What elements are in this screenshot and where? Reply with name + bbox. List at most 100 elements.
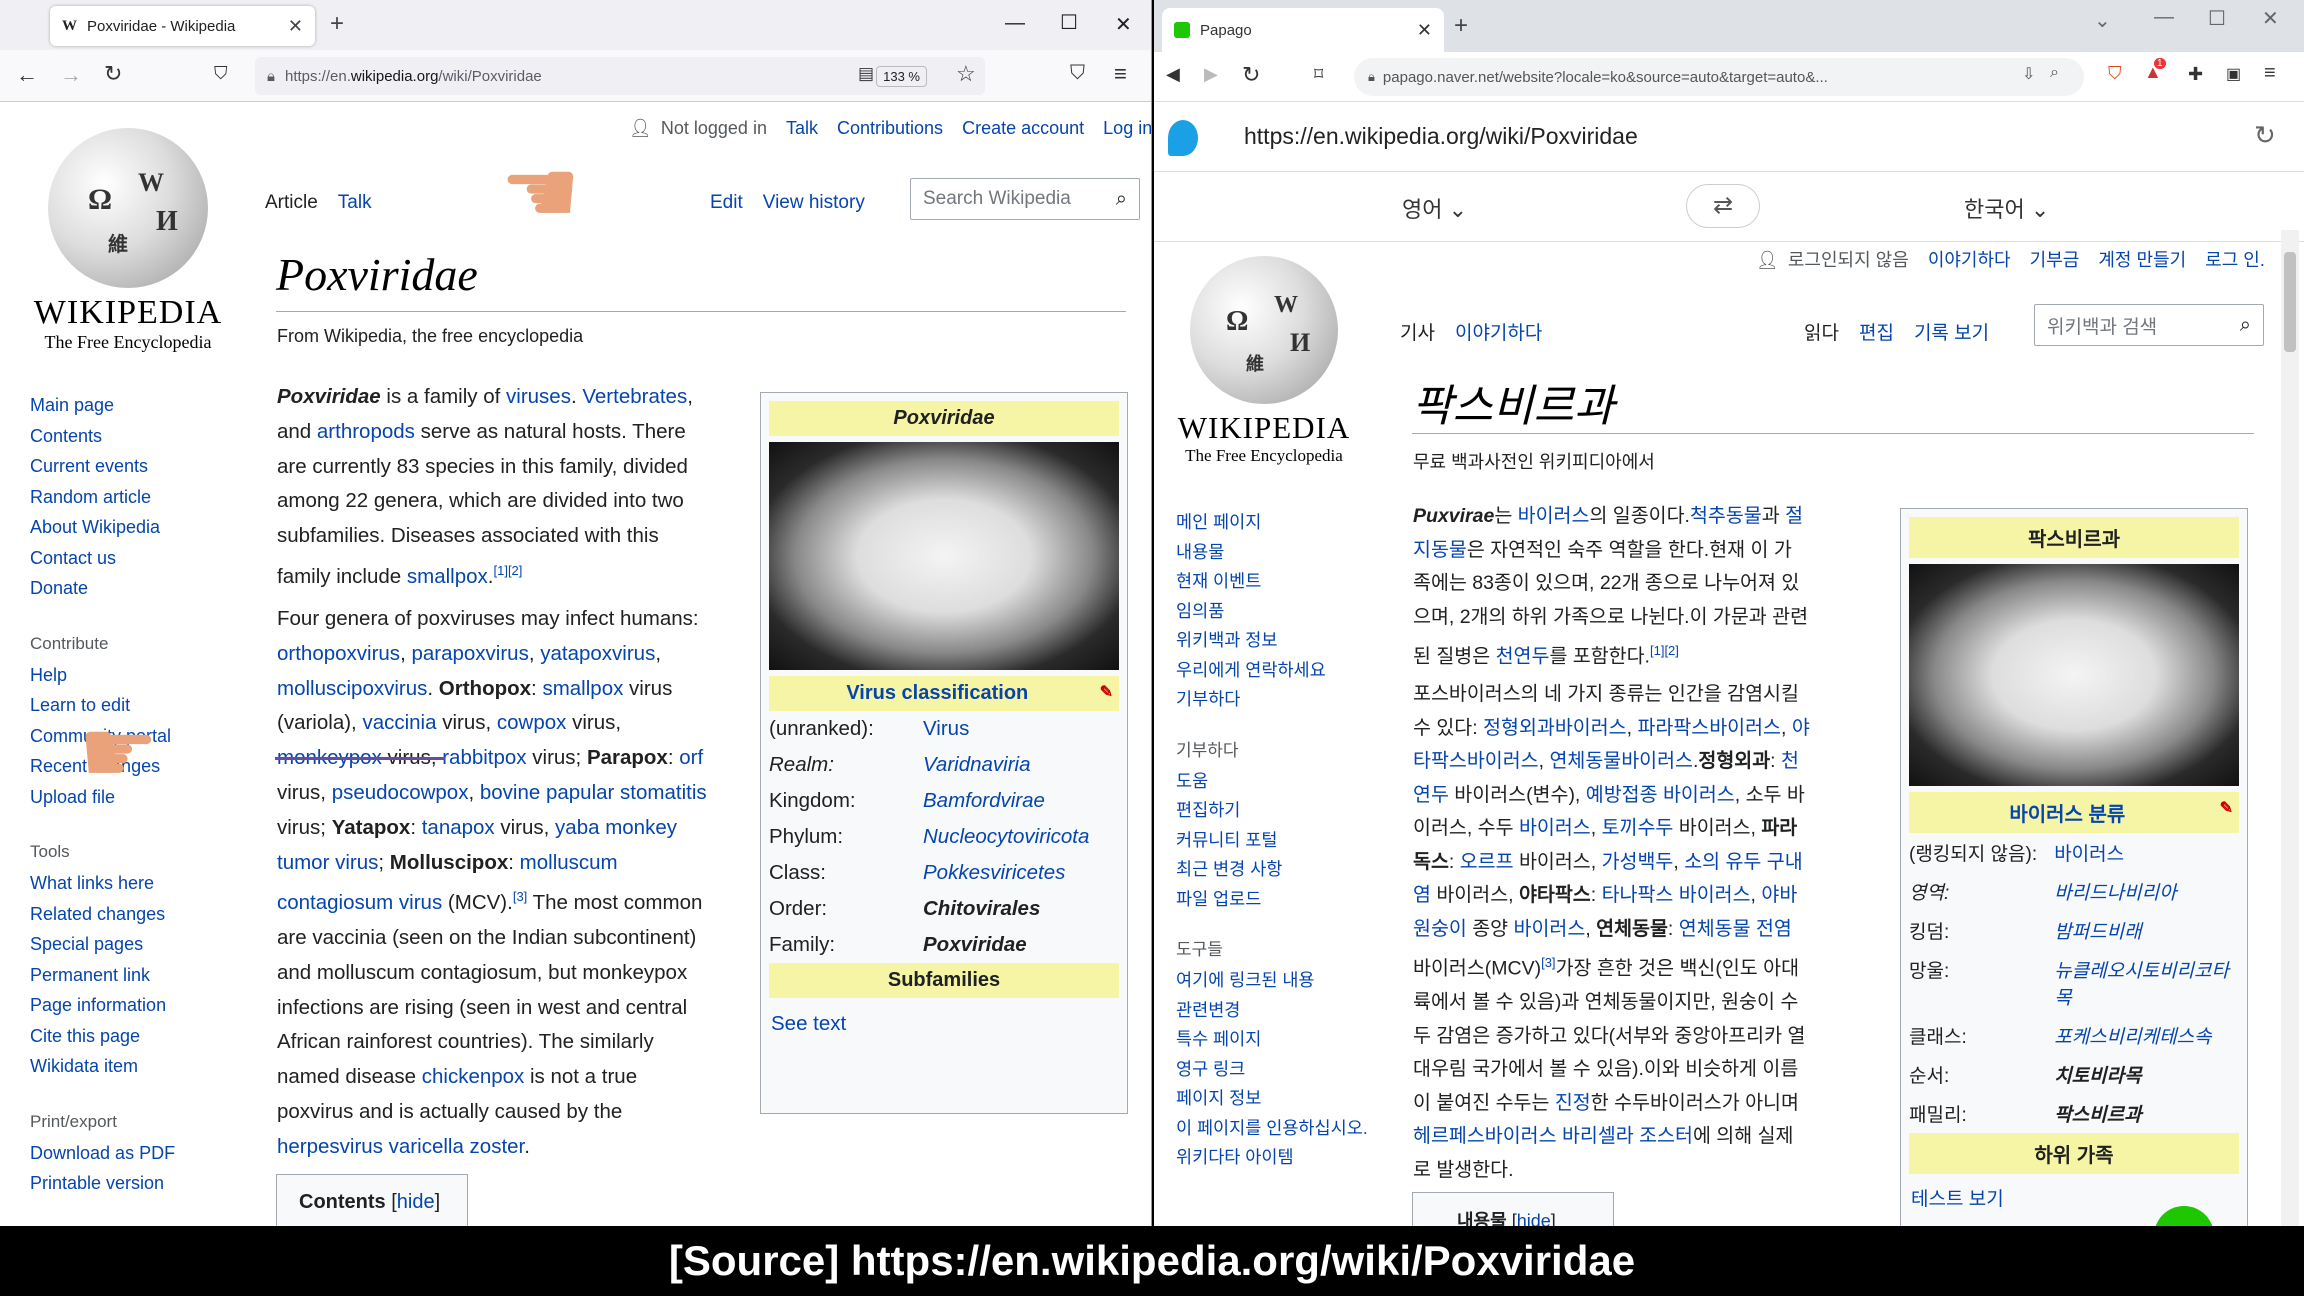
contributions-link[interactable]: Contributions <box>837 118 943 138</box>
search-input[interactable]: 위키백과 검색 ⌕ <box>2034 304 2264 346</box>
wiki-link[interactable]: 야바 <box>1761 884 1797 906</box>
sidebar-tools-item[interactable]: 여기에 링크된 내용 <box>1176 966 1376 996</box>
sidebar-tools-item[interactable]: Special pages <box>30 929 250 960</box>
zoom-level[interactable]: 133 % <box>876 65 927 87</box>
wiki-link[interactable]: cowpox <box>497 711 567 734</box>
wiki-link[interactable]: 바이러스 <box>1518 505 1590 527</box>
close-window-icon[interactable]: ✕ <box>1115 12 1132 37</box>
taxonomy-value[interactable]: Nucleocytoviricota <box>923 819 1119 855</box>
back-icon[interactable]: ← <box>16 62 38 88</box>
minimize-icon[interactable]: — <box>1005 12 1025 35</box>
maximize-icon[interactable]: ☐ <box>2208 6 2226 31</box>
sidebar-nav-item[interactable]: Contents <box>30 421 250 452</box>
wiki-link[interactable]: tanapox <box>422 816 495 839</box>
create-account-link[interactable]: 계정 만들기 <box>2098 250 2186 270</box>
wiki-link[interactable]: molluscum <box>520 851 618 874</box>
sidebar-nav-item[interactable]: Main page <box>30 390 250 421</box>
sidebar-tools-item[interactable]: 페이지 정보 <box>1176 1084 1376 1114</box>
taxonomy-value[interactable]: Bamfordvirae <box>923 783 1119 819</box>
sidebar-tools-item[interactable]: 위키다타 아이템 <box>1176 1143 1376 1173</box>
wiki-link[interactable]: yaba monkey <box>555 816 677 839</box>
create-account-link[interactable]: Create account <box>962 118 1084 138</box>
virus-classification-link[interactable]: 바이러스 분류 <box>2009 804 2125 826</box>
maximize-icon[interactable]: ☐ <box>1060 10 1078 35</box>
minimize-icon[interactable]: — <box>2154 6 2174 29</box>
taxonomy-value[interactable]: 팍스비르과 <box>2054 1094 2239 1133</box>
citation-link[interactable]: [3] <box>1541 955 1555 970</box>
forward-icon[interactable]: → <box>60 62 82 88</box>
wiki-link[interactable]: parapoxvirus <box>411 642 528 665</box>
taxonomy-value[interactable]: Virus <box>923 711 1119 747</box>
wiki-link[interactable]: 지동물 <box>1413 539 1467 561</box>
refresh-icon[interactable]: ↻ <box>2254 120 2276 151</box>
wiki-link[interactable]: 척추동물 <box>1690 505 1762 527</box>
wiki-link[interactable]: 파라팍스바이러스 <box>1637 717 1781 739</box>
login-link[interactable]: 로그 인. <box>2205 250 2265 270</box>
wiki-link[interactable]: 가성백두 <box>1602 851 1674 873</box>
chrome-tab[interactable]: Papago ✕ <box>1162 8 1444 52</box>
wiki-link[interactable]: chickenpox <box>422 1065 525 1088</box>
virus-classification-link[interactable]: Virus classification <box>846 682 1028 704</box>
wiki-link[interactable]: 예방접종 바이러스 <box>1586 784 1735 806</box>
wiki-link[interactable]: 바이러스 <box>1514 918 1586 940</box>
wiki-link[interactable]: 소의 유두 구내 <box>1684 851 1802 873</box>
sidebar-print-item[interactable]: Printable version <box>30 1168 250 1199</box>
wiki-link[interactable]: 헤르페스바이러스 바리셀라 조스터 <box>1413 1125 1693 1147</box>
taxonomy-value[interactable]: 바리드나비리아 <box>2054 872 2239 911</box>
taxonomy-value[interactable]: Poxviridae <box>923 927 1119 963</box>
sidebar-nav-item[interactable]: 메인 페이지 <box>1176 508 1376 538</box>
wiki-link[interactable]: 절 <box>1785 505 1803 527</box>
wiki-link[interactable]: Vertebrates <box>582 385 687 408</box>
close-tab-icon[interactable]: ✕ <box>1417 20 1432 41</box>
papago-url-input[interactable]: https://en.wikipedia.org/wiki/Poxviridae <box>1244 123 1638 150</box>
extensions-icon[interactable]: ✚ <box>2188 64 2203 85</box>
search-input[interactable]: Search Wikipedia ⌕ <box>910 178 1140 220</box>
wiki-link[interactable]: orf <box>679 746 703 769</box>
sidebar-contribute-item[interactable]: 편집하기 <box>1176 796 1376 826</box>
taxonomy-value[interactable]: Varidnaviria <box>923 747 1119 783</box>
taxonomy-value[interactable]: Pokkesviricetes <box>923 855 1119 891</box>
scrollbar-thumb[interactable] <box>2284 252 2296 352</box>
swap-languages-button[interactable]: ⇄ <box>1686 184 1760 228</box>
wiki-link[interactable]: smallpox <box>542 677 623 700</box>
login-link[interactable]: Log in <box>1103 118 1151 138</box>
search-icon[interactable]: ⌕ <box>1116 188 1127 211</box>
taxonomy-value[interactable]: 바이러스 <box>2054 833 2239 872</box>
papago-logo-icon[interactable] <box>1168 120 1198 156</box>
reader-view-icon[interactable]: ▤ <box>858 64 874 84</box>
address-bar[interactable]: 🔒︎ https://en. wikipedia.org/wiki/Poxviri… <box>255 57 985 95</box>
wiki-link[interactable]: smallpox <box>407 565 488 588</box>
wiki-link[interactable]: 연체동물바이러스 <box>1549 750 1693 772</box>
sidebar-contribute-item[interactable]: 도움 <box>1176 767 1376 797</box>
wiki-link[interactable]: yatapoxvirus <box>540 642 655 665</box>
wikipedia-logo[interactable]: Ω W И 維 WIKIPEDIA The Free Encyclopedia <box>1174 256 1354 466</box>
tab-article[interactable]: 기사 <box>1390 312 1445 352</box>
sidebar-tools-item[interactable]: Permanent link <box>30 960 250 991</box>
wiki-link[interactable]: vaccinia <box>362 711 436 734</box>
sidebar-tools-item[interactable]: Wikidata item <box>30 1051 250 1082</box>
tab-edit[interactable]: 편집 <box>1849 312 1904 352</box>
wiki-link[interactable]: pseudocowpox <box>332 781 469 804</box>
sidebar-tools-item[interactable]: 특수 페이지 <box>1176 1025 1376 1055</box>
wiki-link[interactable]: 원숭이 <box>1413 918 1467 940</box>
see-text-link[interactable]: See text <box>771 1012 846 1035</box>
sidebar-nav-item[interactable]: About Wikipedia <box>30 512 250 543</box>
virus-micrograph[interactable] <box>1909 564 2239 786</box>
user-talk-link[interactable]: Talk <box>786 118 818 138</box>
wiki-link[interactable]: 진정 <box>1555 1092 1591 1114</box>
see-text-link[interactable]: 테스트 보기 <box>1911 1189 2004 1210</box>
reload-icon[interactable]: ↻ <box>1242 62 1260 88</box>
zoom-icon[interactable]: ⌕ <box>2050 64 2059 82</box>
search-icon[interactable]: ⌕ <box>2240 314 2251 337</box>
sidebar-contribute-item[interactable]: Help <box>30 660 250 691</box>
contents-hide-link[interactable]: hide <box>397 1191 435 1213</box>
contents-hide-link[interactable]: hide <box>1517 1211 1551 1226</box>
source-language-select[interactable]: 영어 ⌄ <box>1402 192 1467 224</box>
bookmark-star-icon[interactable]: ☆ <box>956 61 976 87</box>
wiki-link[interactable]: 천연두 <box>1496 646 1550 668</box>
sidebar-contribute-item[interactable]: 파일 업로드 <box>1176 885 1376 915</box>
sidebar-nav-item[interactable]: Contact us <box>30 543 250 574</box>
sidebar-tools-item[interactable]: Page information <box>30 990 250 1021</box>
sidebar-tools-item[interactable]: What links here <box>30 868 250 899</box>
bookmark-icon[interactable]: ⌑ <box>1314 64 1323 85</box>
